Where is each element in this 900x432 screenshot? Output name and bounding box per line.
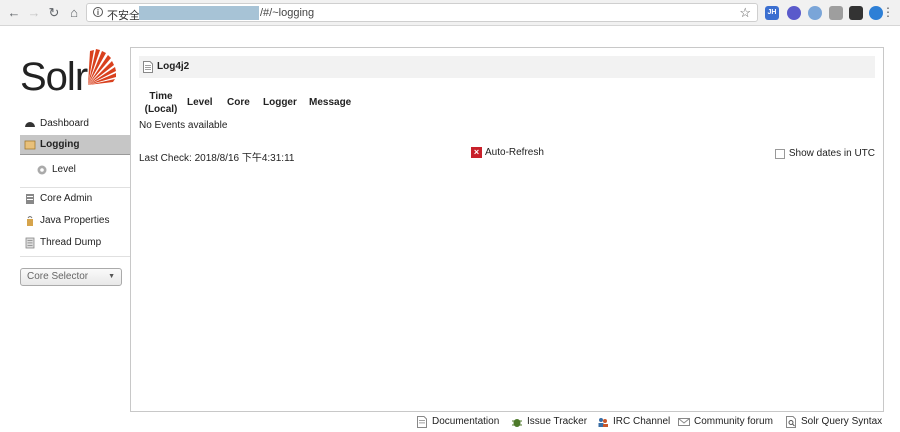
document-icon	[143, 61, 153, 73]
sidebar-item-label: Level	[52, 164, 76, 175]
sidebar-item-logging[interactable]: Logging	[20, 135, 130, 155]
core-admin-icon	[26, 194, 34, 204]
core-selector-label: Core Selector	[27, 271, 89, 282]
extension-globe-icon[interactable]	[787, 6, 801, 20]
footer-link-solr-query-syntax[interactable]: Solr Query Syntax	[785, 416, 882, 428]
auto-refresh-toggle[interactable]: × Auto-Refresh	[471, 147, 544, 159]
gear-icon	[37, 165, 47, 175]
sidebar-item-core-admin[interactable]: Core Admin	[20, 189, 130, 209]
column-header-level[interactable]: Level	[187, 96, 213, 109]
sidebar-item-level[interactable]: Level	[30, 160, 130, 180]
reload-icon[interactable]: ↻	[46, 5, 62, 21]
column-header-logger[interactable]: Logger	[263, 96, 297, 109]
forward-icon[interactable]: →	[26, 5, 42, 21]
extension-gear-icon[interactable]	[829, 6, 843, 20]
info-icon[interactable]: i	[93, 7, 103, 17]
sidebar-item-thread-dump[interactable]: Thread Dump	[20, 233, 130, 253]
footer-link-label: Community forum	[694, 416, 773, 427]
last-check: Last Check: 2018/8/16 下午4:31:11	[139, 153, 295, 164]
log-header: Log4j2	[139, 56, 875, 78]
show-utc-checkbox[interactable]: Show dates in UTC	[774, 148, 875, 159]
solr-sun-icon	[88, 49, 116, 85]
logo-text: Solr	[20, 55, 88, 99]
bookmark-star-icon[interactable]: ☆	[739, 5, 751, 21]
security-label: 不安全	[107, 10, 140, 22]
show-utc-label: Show dates in UTC	[788, 148, 875, 159]
home-icon[interactable]: ⌂	[66, 5, 82, 21]
footer-link-documentation[interactable]: Documentation	[416, 416, 499, 428]
close-icon: ×	[471, 147, 482, 158]
column-header-time[interactable]: Time (Local)	[143, 90, 179, 116]
query-icon	[786, 416, 796, 428]
extension-x-icon[interactable]	[869, 6, 883, 20]
chevron-down-icon: ▼	[108, 273, 115, 280]
column-header-message[interactable]: Message	[309, 96, 351, 109]
column-header-core[interactable]: Core	[227, 96, 250, 109]
address-bar[interactable]: i 不安全 /#/~logging ☆	[86, 3, 758, 22]
mail-icon	[678, 418, 690, 426]
sidebar-item-dashboard[interactable]: Dashboard	[20, 114, 130, 134]
column-header-label: Message	[309, 97, 352, 108]
footer-link-label: Issue Tracker	[527, 416, 588, 427]
empty-message: No Events available	[139, 120, 228, 131]
footer-link-label: Documentation	[432, 416, 500, 427]
column-header-label: Level	[187, 97, 213, 108]
sidebar-item-java-properties[interactable]: Java Properties	[20, 211, 130, 231]
sidebar-item-label: Java Properties	[40, 215, 110, 226]
redacted-host	[139, 6, 259, 20]
extension-jh-icon[interactable]: JH	[765, 6, 779, 20]
footer-link-community-forum[interactable]: Community forum	[678, 416, 773, 428]
sidebar-divider	[20, 256, 130, 257]
column-header-label: Time (Local)	[144, 91, 178, 115]
footer-link-issue-tracker[interactable]: Issue Tracker	[511, 416, 587, 428]
logging-icon	[24, 140, 36, 150]
footer-link-label: IRC Channel	[613, 416, 671, 427]
extension-qr-icon[interactable]	[849, 6, 863, 20]
document-icon	[417, 416, 427, 428]
checkbox-icon	[774, 149, 785, 159]
column-header-label: Core	[227, 97, 250, 108]
sidebar-item-label: Core Admin	[40, 193, 93, 204]
users-icon	[598, 418, 608, 427]
solr-logo[interactable]: Solr	[20, 47, 120, 99]
thread-dump-icon	[25, 237, 35, 249]
footer-link-label: Solr Query Syntax	[801, 416, 883, 427]
column-header-label: Logger	[263, 97, 297, 108]
core-selector[interactable]: Core Selector ▼	[20, 268, 122, 286]
extension-react-icon[interactable]	[808, 6, 822, 20]
dashboard-icon	[25, 122, 35, 127]
logging-panel: Log4j2 Time (Local) Level Core Logger Me…	[130, 47, 884, 412]
browser-toolbar: ← → ↻ ⌂ i 不安全 /#/~logging ☆ JH ⋮	[0, 0, 900, 26]
sidebar-item-label: Dashboard	[40, 118, 89, 129]
bug-icon	[512, 419, 522, 427]
java-icon	[27, 216, 33, 226]
auto-refresh-label: Auto-Refresh	[485, 147, 544, 158]
footer-link-irc-channel[interactable]: IRC Channel	[597, 416, 670, 428]
sidebar-item-label: Thread Dump	[40, 237, 102, 248]
browser-menu-icon[interactable]: ⋮	[882, 5, 894, 19]
back-icon[interactable]: ←	[6, 5, 22, 21]
url-path: /#/~logging	[260, 7, 315, 19]
sidebar-divider	[20, 187, 130, 188]
sidebar-item-label: Logging	[40, 139, 80, 150]
log-title: Log4j2	[157, 61, 190, 72]
